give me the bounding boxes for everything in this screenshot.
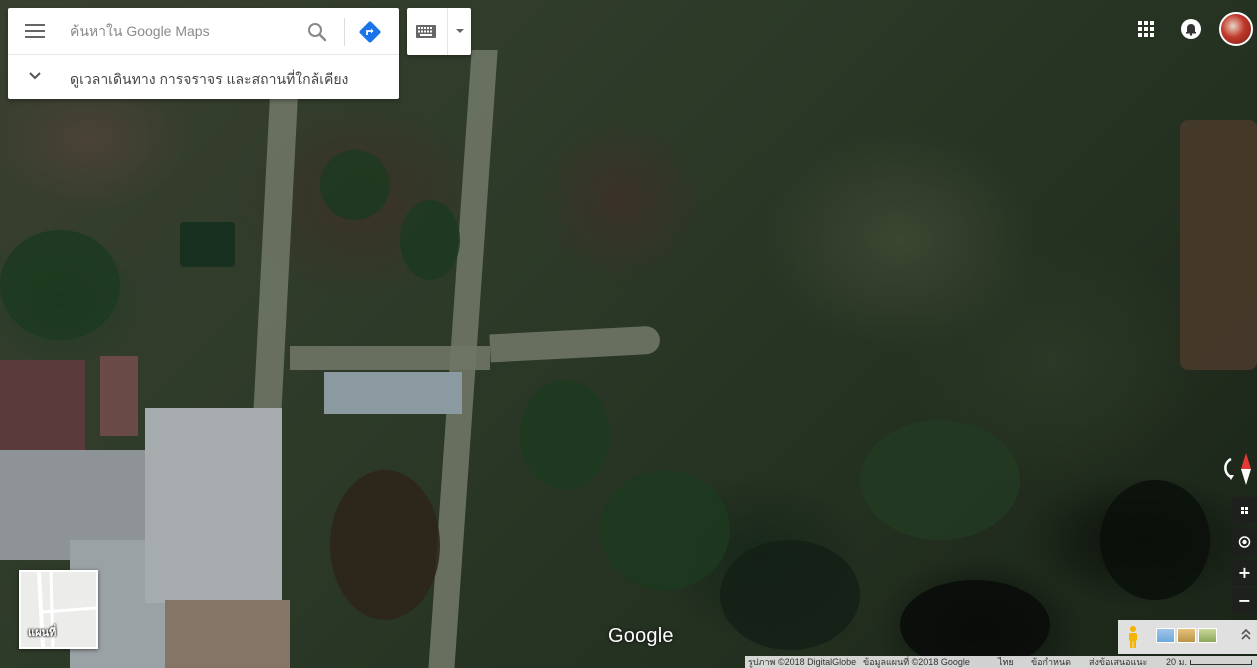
pegman-icon[interactable] <box>1126 625 1140 649</box>
magnifier-icon[interactable] <box>305 20 329 44</box>
compass-icon[interactable] <box>1222 447 1257 491</box>
map-type-label: แผนที่ <box>28 627 57 639</box>
my-location-icon[interactable] <box>1232 529 1257 555</box>
zoom-out-button[interactable]: − <box>1232 588 1257 614</box>
terrain-thumbnail[interactable] <box>1177 628 1196 643</box>
language-link[interactable]: ไทย <box>998 656 1014 668</box>
divider <box>344 18 345 46</box>
bell-icon[interactable] <box>1179 17 1203 41</box>
satellite-map[interactable] <box>0 0 1257 668</box>
attribution-footer: รูปภาพ ©2018 DigitalGlobe ข้อมูลแผนที่ ©… <box>745 656 1257 668</box>
imagery-attribution: รูปภาพ ©2018 DigitalGlobe <box>748 657 857 667</box>
apps-grid-icon[interactable] <box>1134 17 1158 41</box>
zoom-in-button[interactable]: + <box>1232 560 1257 586</box>
search-panel: ดูเวลาเดินทาง การจราจร และสถานที่ใกล้เคี… <box>8 8 399 99</box>
input-tools <box>407 8 471 55</box>
map-type-toggle[interactable]: แผนที่ <box>19 570 98 649</box>
imagery-bar <box>1118 620 1257 654</box>
nearby-info-text: ดูเวลาเดินทาง การจราจร และสถานที่ใกล้เคี… <box>70 71 349 87</box>
terms-link[interactable]: ข้อกำหนด <box>1031 656 1071 668</box>
caret-down-icon[interactable] <box>447 8 471 55</box>
expand-up-icon[interactable] <box>1240 627 1252 643</box>
scale-label[interactable]: 20 ม. <box>1166 656 1187 668</box>
google-logo: Google <box>608 625 674 647</box>
chevron-down-icon <box>28 68 42 82</box>
map-controls: + − <box>1232 497 1257 617</box>
search-row <box>8 8 399 55</box>
satellite-thumbnail[interactable] <box>1198 628 1217 643</box>
keyboard-icon[interactable] <box>407 8 447 55</box>
feedback-link[interactable]: ส่งข้อเสนอแนะ <box>1089 656 1147 668</box>
avatar[interactable] <box>1219 12 1253 46</box>
search-input[interactable] <box>70 19 298 43</box>
nearby-info-row[interactable]: ดูเวลาเดินทาง การจราจร และสถานที่ใกล้เคี… <box>8 56 399 99</box>
hamburger-menu-icon[interactable] <box>22 20 48 42</box>
directions-arrow-icon[interactable] <box>358 20 382 44</box>
layers-grid-icon[interactable] <box>1232 497 1257 523</box>
scale-bar <box>1190 660 1252 665</box>
map-data-attribution: ข้อมูลแผนที่ ©2018 Google <box>863 657 970 667</box>
imagery-thumbnail[interactable] <box>1156 628 1175 643</box>
